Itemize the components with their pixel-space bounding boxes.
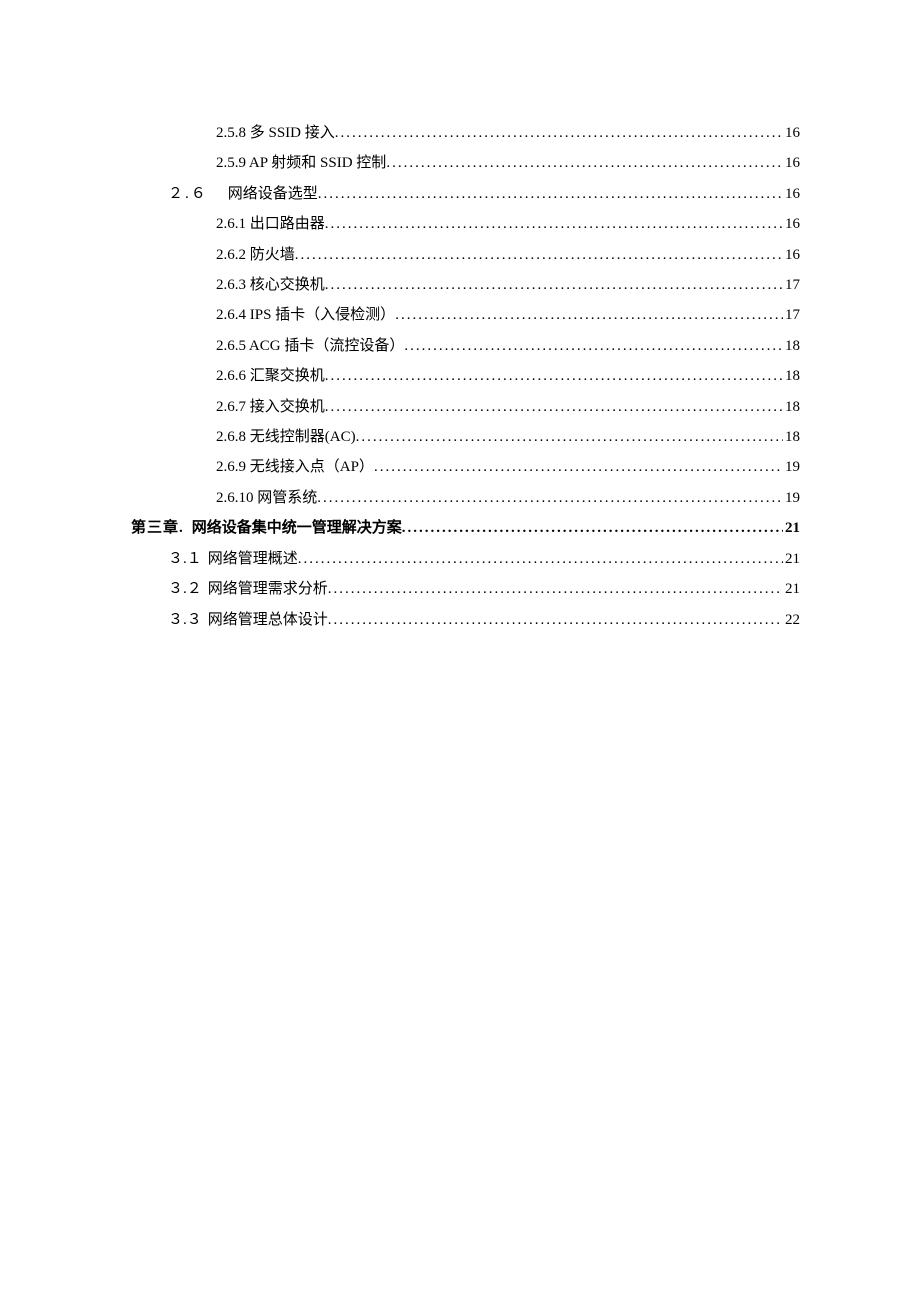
toc-page: 17 <box>783 300 800 330</box>
toc-page: 16 <box>783 209 800 239</box>
toc-entry: ３.１ 网络管理概述 21 <box>131 544 800 574</box>
toc-page: 16 <box>783 118 800 148</box>
toc-label: 2.5.9 AP 射频和 SSID 控制 <box>216 148 386 178</box>
toc-entry: ２.６ 网络设备选型 16 <box>131 179 800 209</box>
toc-label: 2.6.2 防火墙 <box>216 240 295 270</box>
toc-chapter-number: 第三章. <box>131 513 184 543</box>
toc-label: 2.6.6 汇聚交换机 <box>216 361 325 391</box>
toc-label: 2.5.8 多 SSID 接入 <box>216 118 335 148</box>
toc-entry: 2.6.7 接入交换机 18 <box>131 392 800 422</box>
toc-label: 2.6.1 出口路由器 <box>216 209 325 239</box>
toc-label: 2.6.3 核心交换机 <box>216 270 325 300</box>
toc-entry: ３.３ 网络管理总体设计 22 <box>131 605 800 635</box>
toc-page: 21 <box>783 513 800 543</box>
toc-leader <box>325 270 783 300</box>
toc-page: 21 <box>783 544 800 574</box>
toc-label: 2.6.9 无线接入点（AP） <box>216 452 374 482</box>
toc-leader <box>318 179 783 209</box>
toc-leader <box>404 331 783 361</box>
toc-page: 16 <box>783 179 800 209</box>
toc-entry: 2.6.8 无线控制器(AC) 18 <box>131 422 800 452</box>
toc-leader <box>328 605 783 635</box>
toc-label: 2.6.8 无线控制器(AC) <box>216 422 356 452</box>
toc-page: 18 <box>783 422 800 452</box>
toc-leader <box>386 148 783 178</box>
toc-entry: ３.２ 网络管理需求分析 21 <box>131 574 800 604</box>
toc-page: 19 <box>783 483 800 513</box>
toc-page: 21 <box>783 574 800 604</box>
toc-label: 网络管理总体设计 <box>202 605 328 635</box>
table-of-contents: 2.5.8 多 SSID 接入 16 2.5.9 AP 射频和 SSID 控制 … <box>131 118 800 635</box>
toc-page: 16 <box>783 240 800 270</box>
toc-page: 17 <box>783 270 800 300</box>
toc-label: 网络管理需求分析 <box>202 574 328 604</box>
toc-page: 19 <box>783 452 800 482</box>
toc-entry: 2.5.8 多 SSID 接入 16 <box>131 118 800 148</box>
toc-leader <box>325 361 783 391</box>
toc-leader <box>295 240 783 270</box>
toc-page: 18 <box>783 331 800 361</box>
toc-leader <box>335 118 783 148</box>
toc-section-number: ２.６ <box>168 179 208 209</box>
toc-leader <box>374 452 783 482</box>
toc-entry: 2.6.1 出口路由器 16 <box>131 209 800 239</box>
document-page: 2.5.8 多 SSID 接入 16 2.5.9 AP 射频和 SSID 控制 … <box>0 0 920 1302</box>
toc-label: 网络管理概述 <box>202 544 298 574</box>
toc-section-number: ３.１ <box>168 544 202 574</box>
toc-entry: 2.6.6 汇聚交换机 18 <box>131 361 800 391</box>
toc-leader <box>298 544 783 574</box>
toc-label: 2.6.10 网管系统 <box>216 483 317 513</box>
toc-entry: 2.6.4 IPS 插卡（入侵检测） 17 <box>131 300 800 330</box>
toc-leader <box>356 422 783 452</box>
toc-leader <box>325 209 783 239</box>
toc-leader <box>317 483 783 513</box>
toc-section-number: ３.３ <box>168 605 202 635</box>
toc-leader <box>402 513 783 543</box>
toc-entry: 2.6.2 防火墙 16 <box>131 240 800 270</box>
toc-leader <box>395 300 783 330</box>
toc-label: 2.6.4 IPS 插卡（入侵检测） <box>216 300 395 330</box>
toc-entry: 2.6.10 网管系统 19 <box>131 483 800 513</box>
toc-entry: 2.6.3 核心交换机 17 <box>131 270 800 300</box>
toc-leader <box>328 574 783 604</box>
toc-page: 16 <box>783 148 800 178</box>
toc-entry: 2.5.9 AP 射频和 SSID 控制 16 <box>131 148 800 178</box>
toc-page: 18 <box>783 361 800 391</box>
toc-label: 2.6.7 接入交换机 <box>216 392 325 422</box>
toc-section-number: ３.２ <box>168 574 202 604</box>
toc-chapter-entry: 第三章. 网络设备集中统一管理解决方案 21 <box>131 513 800 543</box>
toc-leader <box>325 392 783 422</box>
toc-label: 2.6.5 ACG 插卡（流控设备） <box>216 331 404 361</box>
toc-label: 网络设备集中统一管理解决方案 <box>184 513 402 543</box>
toc-entry: 2.6.5 ACG 插卡（流控设备） 18 <box>131 331 800 361</box>
toc-label: 网络设备选型 <box>208 179 318 209</box>
toc-entry: 2.6.9 无线接入点（AP） 19 <box>131 452 800 482</box>
toc-page: 18 <box>783 392 800 422</box>
toc-page: 22 <box>783 605 800 635</box>
